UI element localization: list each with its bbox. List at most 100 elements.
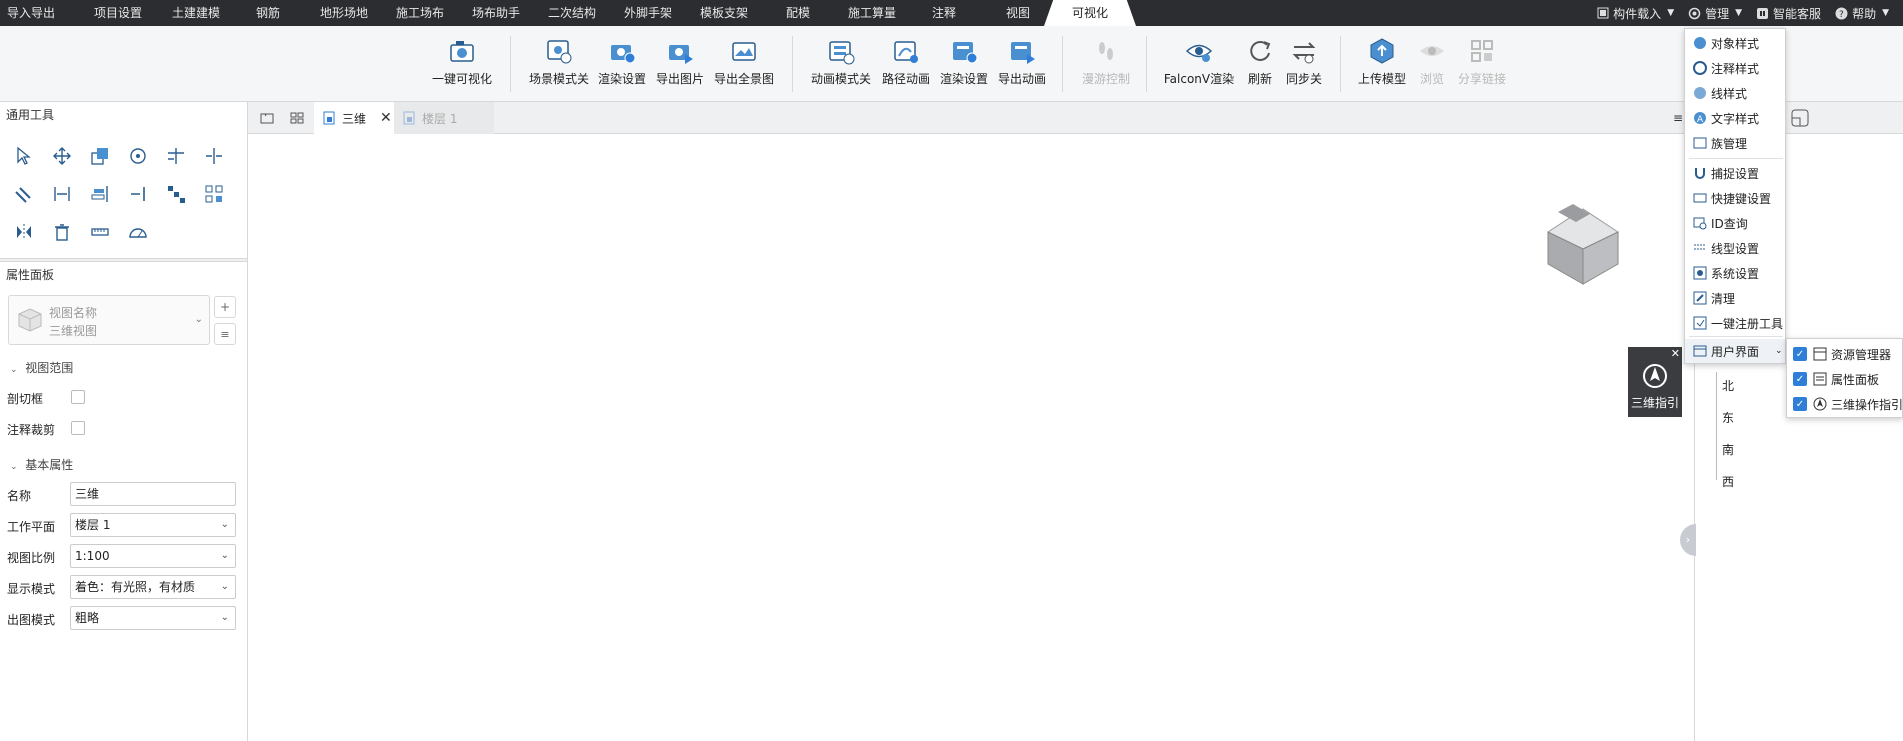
layout-icon[interactable] — [1791, 109, 1809, 127]
tab-site-assistant[interactable]: 场布助手 — [460, 0, 532, 26]
array-tool[interactable] — [162, 180, 190, 208]
tile-windows-button[interactable] — [284, 102, 310, 134]
menu-linetype-settings[interactable]: 线型设置 — [1685, 236, 1785, 260]
offset-tool[interactable] — [10, 180, 38, 208]
tab-terrain-site[interactable]: 地形场地 — [308, 0, 380, 26]
upload-model-button[interactable]: 上传模型 — [1354, 36, 1410, 87]
group-tool[interactable] — [200, 180, 228, 208]
tab-view[interactable]: 视图 — [988, 0, 1048, 26]
path-animation-button[interactable]: 路径动画 — [880, 36, 932, 87]
tab-project-settings[interactable]: 项目设置 — [82, 0, 154, 26]
scene-mode-button[interactable]: 场景模式关 — [526, 36, 592, 87]
animation-mode-button[interactable]: 动画模式关 — [808, 36, 874, 87]
split-tool[interactable] — [200, 142, 228, 170]
menu-line-style[interactable]: 线样式 — [1685, 81, 1785, 105]
menu-text-style-label: 文字样式 — [1711, 111, 1760, 126]
manage-button[interactable]: 管理 ▼ — [1688, 5, 1742, 22]
share-link-button[interactable]: 分享链接 — [1454, 36, 1510, 87]
render-settings-2-button[interactable]: 渲染设置 — [938, 36, 990, 87]
tree-item-east[interactable]: 东 — [1722, 409, 1734, 426]
extend-single-tool[interactable] — [124, 180, 152, 208]
close-icon[interactable]: ✕ — [1671, 347, 1680, 360]
prop-workplane-select[interactable]: 楼层 1 ⌄ — [70, 513, 236, 537]
tab-civil-modeling[interactable]: 土建建模 — [160, 0, 232, 26]
tree-item-north[interactable]: 北 — [1722, 377, 1734, 394]
mirror-tool[interactable] — [10, 218, 38, 246]
tab-construction-site[interactable]: 施工场布 — [384, 0, 456, 26]
section-box-checkbox[interactable] — [71, 390, 85, 404]
prop-display-select[interactable]: 着色：有光照，有材质 ⌄ — [70, 575, 236, 599]
export-image-button[interactable]: 导出图片 — [654, 36, 706, 87]
close-icon[interactable]: ✕ — [380, 110, 392, 126]
rotate-tool[interactable] — [124, 142, 152, 170]
menu-family-manager[interactable]: 族管理 — [1685, 131, 1785, 155]
trim-tool[interactable] — [162, 142, 190, 170]
doc-tab-floor1[interactable]: 楼层 1 — [394, 102, 494, 134]
sync-label: 同步关 — [1285, 72, 1322, 86]
render-settings-button[interactable]: 渲染设置 — [596, 36, 648, 87]
toggle-resource-manager[interactable]: ✓ 资源管理器 — [1793, 342, 1891, 366]
prop-name-input[interactable]: 三维 — [70, 482, 236, 506]
folder-button[interactable] — [254, 102, 280, 134]
tree-item-west[interactable]: 西 — [1722, 473, 1734, 490]
one-click-visual-button[interactable]: 一键可视化 — [430, 36, 494, 87]
view-settings-button[interactable]: ≡ — [214, 323, 236, 345]
menu-object-style-label: 对象样式 — [1711, 36, 1760, 51]
delete-tool[interactable] — [48, 218, 76, 246]
load-component-label: 构件载入 — [1613, 6, 1662, 21]
view-range-group[interactable]: ⌄ 视图范围 — [10, 359, 73, 376]
annotation-crop-label: 注释裁剪 — [7, 423, 56, 437]
tab-scaffold[interactable]: 外脚手架 — [612, 0, 684, 26]
menu-system-settings[interactable]: 系统设置 — [1685, 261, 1785, 285]
3d-viewport[interactable] — [248, 134, 1694, 741]
manage-label: 管理 — [1705, 6, 1730, 21]
menu-cleanup[interactable]: 清理 — [1685, 286, 1785, 310]
keyboard-icon — [1693, 193, 1707, 203]
roam-control-button[interactable]: 漫游控制 — [1076, 36, 1136, 87]
menu-register-tool[interactable]: 一键注册工具 — [1685, 311, 1785, 335]
annotation-crop-checkbox[interactable] — [71, 421, 85, 435]
angle-measure-tool[interactable] — [124, 218, 152, 246]
tab-annotation[interactable]: 注释 — [914, 0, 974, 26]
help-button[interactable]: ? 帮助 ▼ — [1835, 5, 1889, 22]
falcon-render-button[interactable]: FalconV渲染 — [1160, 36, 1238, 87]
copy-tool[interactable] — [86, 142, 114, 170]
refresh-button[interactable]: 刷新 — [1244, 36, 1276, 87]
sync-button[interactable]: 同步关 — [1282, 36, 1326, 87]
browse-button[interactable]: 浏览 — [1416, 36, 1448, 87]
align-tool[interactable] — [48, 180, 76, 208]
tab-quantity[interactable]: 施工算量 — [836, 0, 908, 26]
tab-formwork-support[interactable]: 模板支架 — [688, 0, 760, 26]
menu-shortcut-settings[interactable]: 快捷键设置 — [1685, 186, 1785, 210]
3d-guide-widget[interactable]: ✕ 三维指引 — [1628, 347, 1682, 417]
tab-secondary-structure[interactable]: 二次结构 — [536, 0, 608, 26]
tab-import-export[interactable]: 导入导出 — [0, 0, 62, 26]
prop-output-select[interactable]: 粗略 ⌄ — [70, 606, 236, 630]
add-view-button[interactable]: + — [214, 296, 236, 318]
prop-scale-select[interactable]: 1:100 ⌄ — [70, 544, 236, 568]
tree-item-south[interactable]: 南 — [1722, 441, 1734, 458]
select-tool[interactable] — [10, 142, 38, 170]
extend-tool[interactable] — [86, 180, 114, 208]
toggle-3d-guide[interactable]: ✓ 三维操作指引 — [1793, 392, 1903, 416]
doc-tab-3d[interactable]: 三维 ✕ — [314, 102, 401, 134]
view-type-selector[interactable]: 视图名称 三维视图 ⌄ — [8, 295, 210, 345]
measure-tool[interactable] — [86, 218, 114, 246]
tab-visualization[interactable]: 可视化 — [1044, 0, 1136, 26]
export-animation-button[interactable]: 导出动画 — [996, 36, 1048, 87]
tab-rebar[interactable]: 钢筋 — [240, 0, 296, 26]
view-cube-house-icon[interactable] — [1538, 204, 1628, 294]
basic-props-group[interactable]: ⌄ 基本属性 — [10, 456, 73, 473]
menu-annotation-style[interactable]: 注释样式 — [1685, 56, 1785, 80]
move-tool[interactable] — [48, 142, 76, 170]
menu-text-style[interactable]: A 文字样式 — [1685, 106, 1785, 130]
toggle-property-panel[interactable]: ✓ 属性面板 — [1793, 367, 1879, 391]
menu-object-style[interactable]: 对象样式 — [1685, 31, 1785, 55]
menu-user-interface[interactable]: 用户界面 ⌄ — [1685, 339, 1785, 363]
tab-formwork-layout[interactable]: 配模 — [770, 0, 826, 26]
load-component-button[interactable]: 构件载入 ▼ — [1597, 5, 1674, 22]
menu-id-query[interactable]: ID查询 — [1685, 211, 1785, 235]
smart-service-button[interactable]: 智能客服 — [1756, 5, 1821, 22]
export-panorama-button[interactable]: 导出全景图 — [712, 36, 776, 87]
menu-snap-settings[interactable]: 捕捉设置 — [1685, 161, 1785, 185]
